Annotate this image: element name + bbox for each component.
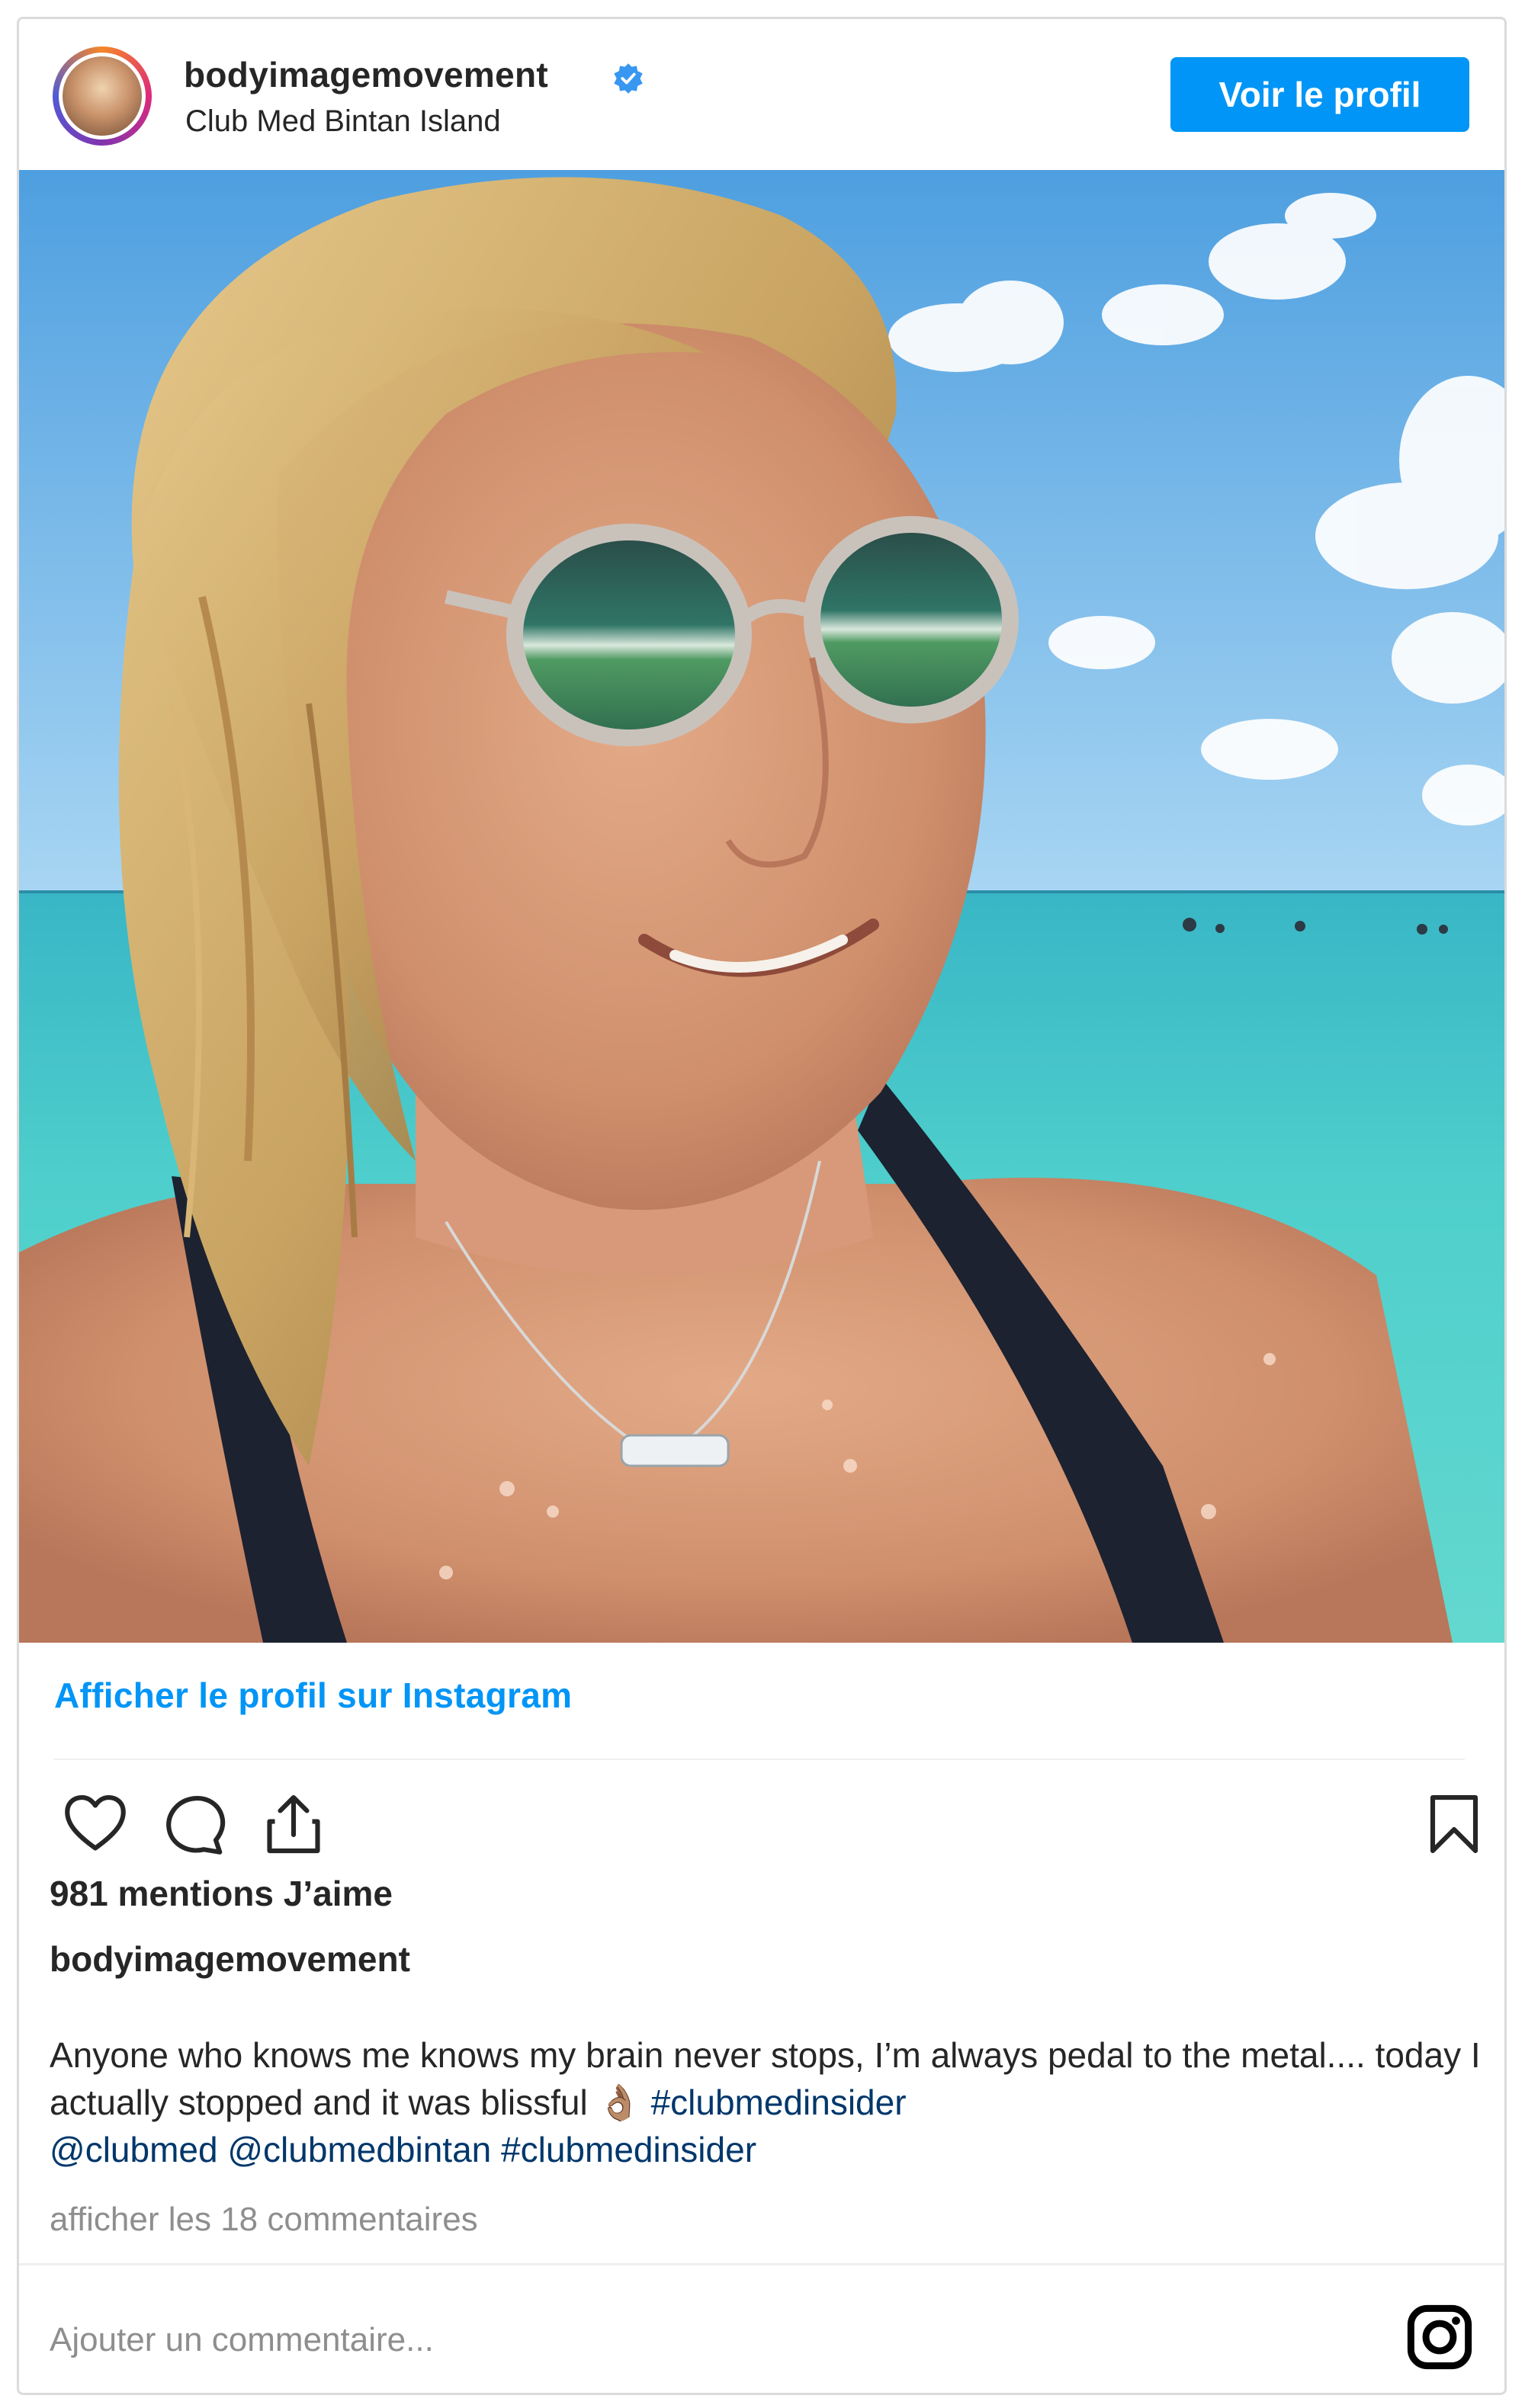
bookmark-icon[interactable] [1422, 1792, 1486, 1856]
instagram-icon[interactable] [1407, 2304, 1472, 2370]
post-header: bodyimagemovement Club Med Bintan Island… [19, 19, 1504, 170]
like-count[interactable]: 981 mentions J’aime [50, 1873, 393, 1914]
share-icon[interactable] [262, 1792, 326, 1856]
post-caption: Anyone who knows me knows my brain never… [50, 2031, 1483, 2173]
divider [54, 1759, 1465, 1760]
comment-bubble-icon[interactable] [162, 1792, 226, 1856]
verified-badge-icon [614, 63, 643, 94]
view-profile-button[interactable]: Voir le profil [1170, 57, 1469, 132]
caption-username[interactable]: bodyimagemovement [50, 1938, 410, 1980]
heart-icon[interactable] [63, 1792, 127, 1856]
post-photo[interactable] [19, 170, 1504, 1643]
avatar-image [59, 53, 146, 139]
post-username[interactable]: bodyimagemovement [184, 54, 548, 95]
instagram-embed-card: bodyimagemovement Club Med Bintan Island… [17, 17, 1507, 2395]
view-profile-on-instagram-link[interactable]: Afficher le profil sur Instagram [54, 1675, 572, 1716]
hashtag-link[interactable]: #clubmedinsider [501, 2130, 756, 2169]
post-photo-illustration [19, 170, 1504, 1643]
add-comment-input[interactable]: Ajouter un commentaire... [50, 2321, 434, 2359]
view-comments-link[interactable]: afficher les 18 commentaires [50, 2201, 478, 2239]
divider [19, 2263, 1504, 2265]
hashtag-link[interactable]: #clubmedinsider [651, 2083, 907, 2122]
mention-link[interactable]: @clubmed [50, 2130, 218, 2169]
post-location[interactable]: Club Med Bintan Island [185, 104, 501, 139]
avatar[interactable] [53, 46, 152, 146]
mention-link[interactable]: @clubmedbintan [227, 2130, 491, 2169]
